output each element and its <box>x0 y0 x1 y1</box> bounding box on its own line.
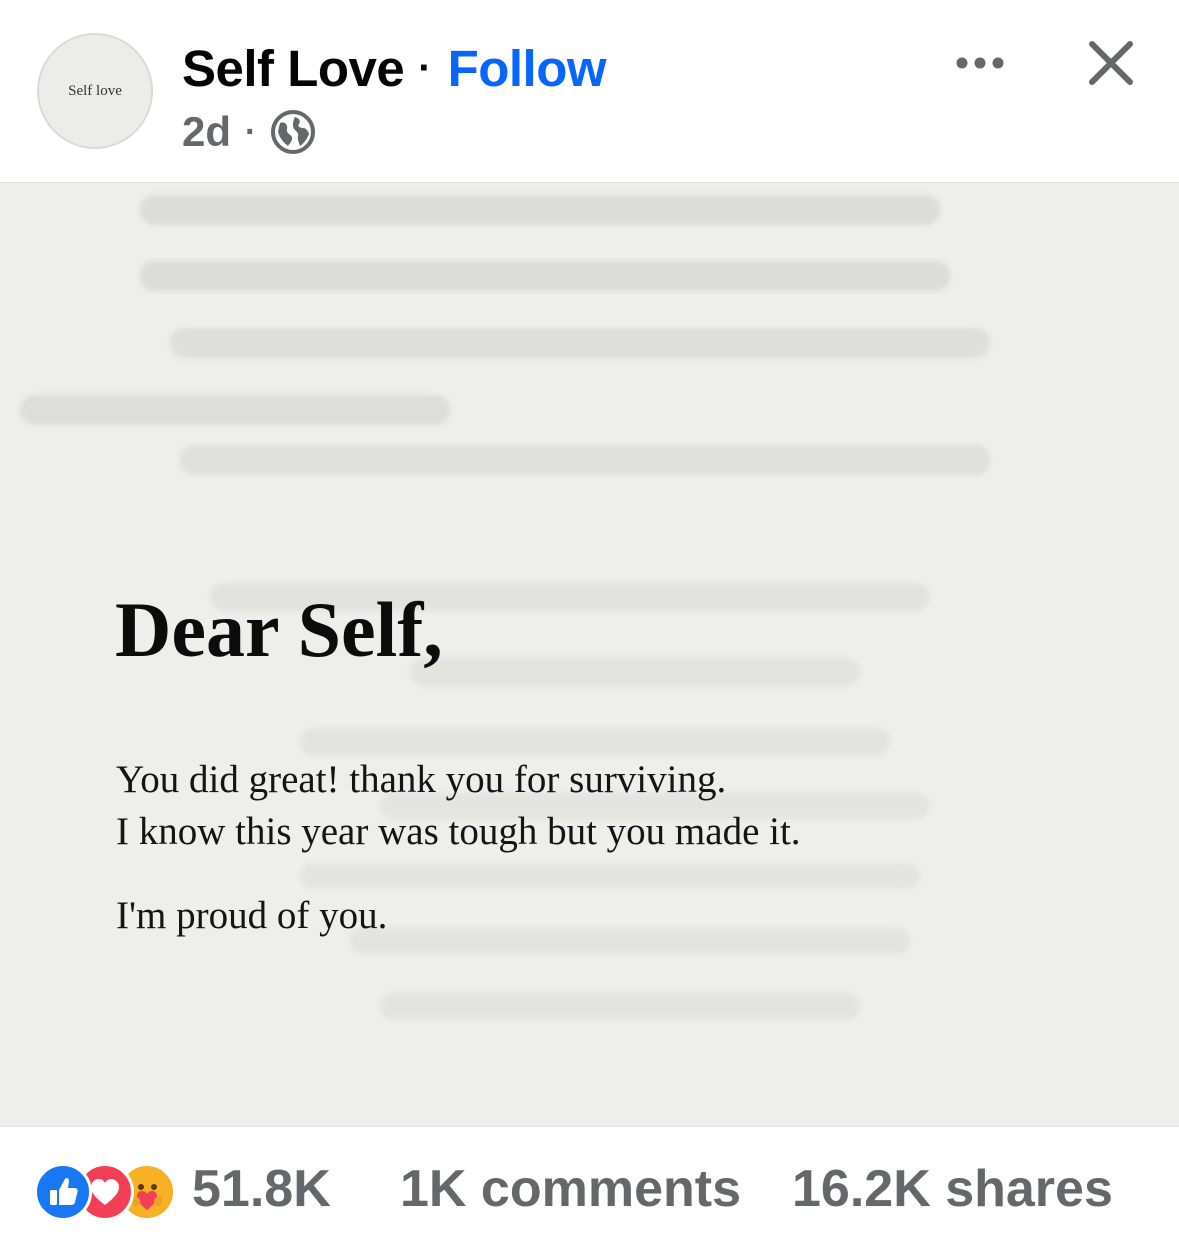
post-footer: 51.8K 1K comments 16.2K shares <box>0 1127 1179 1252</box>
letter-heading: Dear Self, <box>115 586 443 673</box>
letter-line: I know this year was tough but you made … <box>116 810 801 853</box>
post-header: Self love Self Love · Follow 2d · <box>0 0 1179 182</box>
meta-separator: · <box>245 112 257 151</box>
more-dots-icon <box>956 57 1004 69</box>
comments-count[interactable]: 1K comments <box>400 1159 741 1219</box>
close-button[interactable] <box>1084 36 1138 90</box>
shares-count[interactable]: 16.2K shares <box>792 1159 1113 1219</box>
reactions-summary[interactable] <box>34 1163 184 1221</box>
post-time[interactable]: 2d <box>182 108 231 156</box>
reaction-count[interactable]: 51.8K <box>192 1159 331 1219</box>
letter-line: You did great! thank you for surviving. <box>116 758 727 801</box>
title-row: Self Love · Follow <box>182 36 607 100</box>
facebook-post: Self love Self Love · Follow 2d · Dear S… <box>0 0 1179 1252</box>
letter-line: I'm proud of you. <box>116 894 388 937</box>
close-icon <box>1089 41 1133 85</box>
post-image[interactable]: Dear Self, You did great! thank you for … <box>0 182 1179 1127</box>
like-icon <box>34 1163 92 1221</box>
more-options-button[interactable] <box>950 38 1010 88</box>
page-name-link[interactable]: Self Love <box>182 39 405 98</box>
globe-icon[interactable] <box>270 109 316 155</box>
follow-button[interactable]: Follow <box>448 39 607 98</box>
avatar-text: Self love <box>68 82 122 99</box>
post-meta: 2d · <box>182 106 316 158</box>
page-avatar[interactable]: Self love <box>37 33 153 149</box>
title-separator: · <box>418 45 432 90</box>
